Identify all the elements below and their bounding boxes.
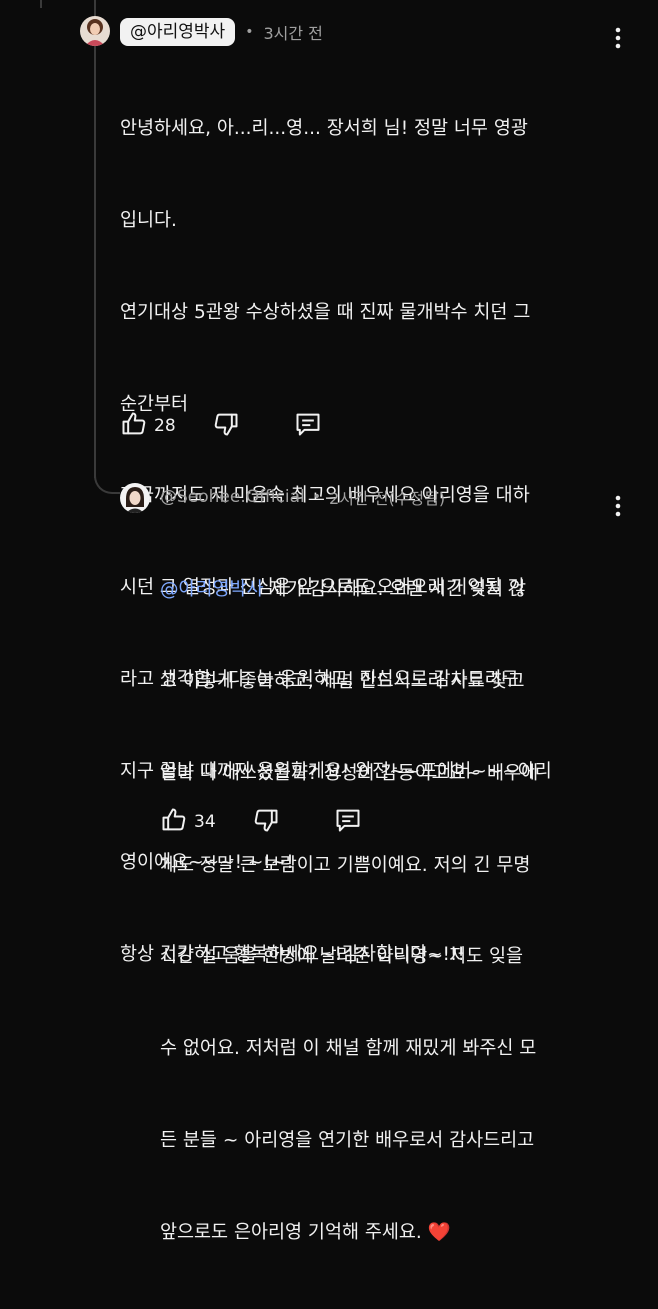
reply-line: 든 분들 ~ 아리영을 연기한 배우로서 감사드리고 bbox=[160, 1129, 535, 1151]
reply-line: 수 없어요. 저처럼 이 채널 함께 재밌게 봐주신 모 bbox=[160, 1038, 537, 1060]
like-button[interactable]: 28 bbox=[120, 410, 176, 442]
comment-line: 입니다. bbox=[120, 209, 177, 231]
dislike-button[interactable] bbox=[212, 410, 240, 442]
reply-line: 얼마 나 애쓰셨을까? 정성이 감동이고요~ 배우에 bbox=[160, 762, 539, 784]
reply-button[interactable] bbox=[334, 806, 362, 838]
comment-actions: 28 bbox=[120, 410, 322, 442]
thread-line bbox=[94, 0, 96, 478]
thumbs-down-icon bbox=[252, 806, 280, 838]
separator-dot: • bbox=[312, 489, 322, 505]
comment-header: @아리영박사 • 3시간 전 bbox=[120, 18, 323, 46]
comment-author[interactable]: @아리영박사 bbox=[120, 18, 236, 46]
reply-author[interactable]: @Seohee.Official bbox=[160, 487, 305, 507]
reply-button[interactable] bbox=[294, 410, 322, 442]
reply-line-text: 앞으로도 은아리영 기억해 주세요. bbox=[160, 1221, 428, 1243]
reply-header: @Seohee.Official • 2시간 전(수정됨) bbox=[160, 485, 445, 509]
reply-icon bbox=[294, 410, 322, 442]
thumbs-down-icon bbox=[212, 410, 240, 442]
reply-line: 게도 정말 큰 보람이고 기쁨이예요. 저의 긴 무명 bbox=[160, 854, 531, 876]
dislike-button[interactable] bbox=[252, 806, 280, 838]
reply-line: @아리영박사 제가 감사해요. 오랜 시간 잊지 않 bbox=[160, 575, 538, 606]
reply-text: @아리영박사 제가 감사해요. 오랜 시간 잊지 않 고 이렇게 좋아하고, 채… bbox=[160, 514, 538, 1309]
reply-line: 고 이렇게 좋아하고, 채널 만드시느라 자료 찾고 bbox=[160, 670, 525, 692]
reply-actions: 34 bbox=[160, 806, 362, 838]
avatar[interactable] bbox=[120, 483, 150, 513]
comment-time[interactable]: 3시간 전 bbox=[263, 20, 322, 44]
comment-line: 연기대상 5관왕 수상하셨을 때 진짜 물개박수 치던 그 bbox=[120, 301, 531, 323]
avatar[interactable] bbox=[80, 16, 110, 46]
reply-line: 앞으로도 은아리영 기억해 주세요. ❤️ bbox=[160, 1218, 538, 1249]
like-count: 34 bbox=[194, 812, 216, 832]
like-count: 28 bbox=[154, 416, 176, 436]
reply-line-text: 제가 감사해요. 오랜 시간 잊지 않 bbox=[263, 579, 527, 601]
thumbs-up-icon bbox=[120, 410, 148, 442]
like-button[interactable]: 34 bbox=[160, 806, 216, 838]
comment-line: 안녕하세요, 아...리...영... 장서희 님! 정말 너무 영광 bbox=[120, 118, 528, 140]
more-vert-icon[interactable] bbox=[612, 494, 624, 522]
heart-emoji: ❤️ bbox=[427, 1221, 451, 1243]
thumbs-up-icon bbox=[160, 806, 188, 838]
reply-time[interactable]: 2시간 전(수정됨) bbox=[329, 485, 445, 509]
thread-top-line bbox=[40, 0, 42, 8]
mention-link[interactable]: @아리영박사 bbox=[160, 579, 264, 600]
reply-icon bbox=[334, 806, 362, 838]
reply-line: 시간 설 움을 한방에 날려준 아리영~ 저도 잊을 bbox=[160, 946, 524, 968]
more-vert-icon[interactable] bbox=[612, 26, 624, 54]
separator-dot: • bbox=[245, 24, 254, 40]
thread-connector bbox=[94, 458, 120, 494]
